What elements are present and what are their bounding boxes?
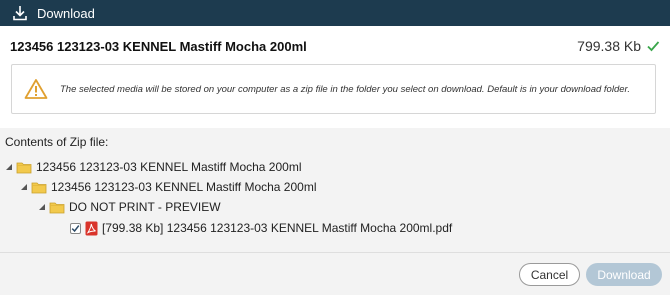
check-icon <box>646 39 660 53</box>
tree-node-label: 123456 123123-03 KENNEL Mastiff Mocha 20… <box>36 160 302 174</box>
file-size-status: 799.38 Kb <box>577 38 660 54</box>
window-title: Download <box>37 5 95 21</box>
download-button[interactable]: Download <box>586 263 662 286</box>
tree-node-subfolder[interactable]: 123456 123123-03 KENNEL Mastiff Mocha 20… <box>20 178 317 196</box>
collapse-arrow-icon[interactable] <box>5 163 13 171</box>
tree-node-file[interactable]: [799.38 Kb] 123456 123123-03 KENNEL Mast… <box>70 219 452 237</box>
file-checkbox[interactable] <box>70 222 81 234</box>
info-notice: The selected media will be stored on you… <box>11 64 656 114</box>
pdf-icon <box>85 221 98 236</box>
item-name: 123456 123123-03 KENNEL Mastiff Mocha 20… <box>10 39 307 54</box>
footer-divider <box>0 252 670 253</box>
tree-node-preview-folder[interactable]: DO NOT PRINT - PREVIEW <box>38 198 221 216</box>
file-size: 799.38 Kb <box>577 38 641 54</box>
contents-label: Contents of Zip file: <box>5 135 109 149</box>
folder-icon <box>31 180 47 194</box>
title-bar: Download <box>0 0 670 26</box>
notice-text: The selected media will be stored on you… <box>60 83 630 95</box>
cancel-button[interactable]: Cancel <box>519 263 580 286</box>
folder-icon <box>49 200 65 214</box>
tree-node-label: 123456 123123-03 KENNEL Mastiff Mocha 20… <box>51 180 317 194</box>
warning-icon <box>24 78 48 100</box>
tree-node-root[interactable]: 123456 123123-03 KENNEL Mastiff Mocha 20… <box>5 158 302 176</box>
folder-icon <box>16 160 32 174</box>
collapse-arrow-icon[interactable] <box>38 203 46 211</box>
download-header: 123456 123123-03 KENNEL Mastiff Mocha 20… <box>0 26 670 128</box>
tree-node-label: [799.38 Kb] 123456 123123-03 KENNEL Mast… <box>102 221 453 235</box>
collapse-arrow-icon[interactable] <box>20 183 28 191</box>
download-icon <box>12 4 30 22</box>
tree-node-label: DO NOT PRINT - PREVIEW <box>69 200 221 214</box>
